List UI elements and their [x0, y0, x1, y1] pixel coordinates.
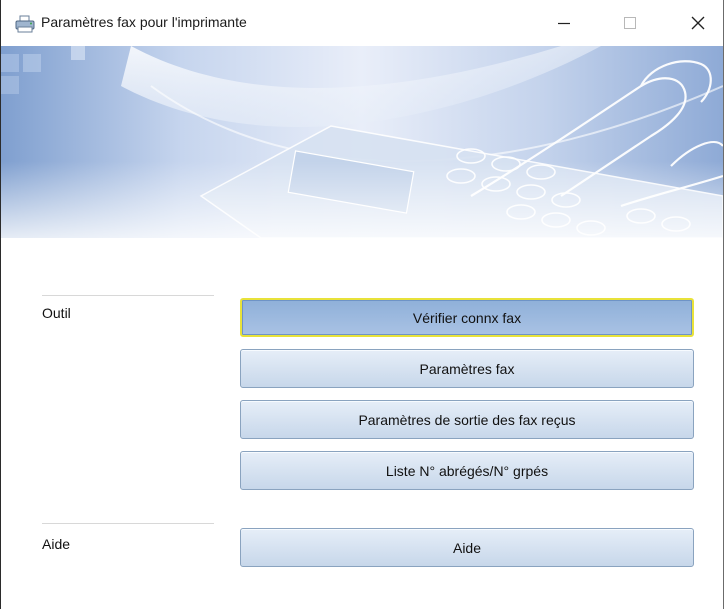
check-fax-connection-button[interactable]: Vérifier connx fax: [240, 298, 694, 337]
check-fax-connection-label: Vérifier connx fax: [412, 309, 522, 326]
fax-settings-button[interactable]: Paramètres fax: [240, 349, 694, 388]
title-bar: Paramètres fax pour l'imprimante: [1, 0, 723, 46]
section-divider-help: [42, 523, 214, 524]
maximize-button[interactable]: [607, 0, 653, 46]
speed-dial-group-list-label: Liste N° abrégés/N° grpés: [385, 462, 549, 479]
fax-settings-label: Paramètres fax: [419, 360, 515, 377]
minimize-icon: [558, 22, 570, 25]
fax-settings-window: Paramètres fax pour l'imprimante Outil V…: [0, 0, 724, 609]
window-title: Paramètres fax pour l'imprimante: [41, 14, 247, 30]
section-divider-tool: [42, 295, 214, 296]
speed-dial-group-list-button[interactable]: Liste N° abrégés/N° grpés: [240, 451, 694, 490]
close-button[interactable]: [675, 0, 721, 46]
received-fax-output-settings-button[interactable]: Paramètres de sortie des fax reçus: [240, 400, 694, 439]
help-button[interactable]: Aide: [240, 528, 694, 567]
section-label-help: Aide: [42, 536, 71, 552]
minimize-button[interactable]: [541, 0, 587, 46]
header-banner: [1, 46, 723, 238]
close-icon: [691, 16, 705, 30]
fax-keypad-hand-banner-image: [1, 46, 723, 238]
section-label-tool: Outil: [42, 305, 71, 321]
received-fax-output-settings-label: Paramètres de sortie des fax reçus: [358, 411, 576, 428]
maximize-icon: [624, 17, 636, 29]
printer-fax-icon: [15, 15, 35, 33]
help-button-label: Aide: [452, 539, 482, 556]
